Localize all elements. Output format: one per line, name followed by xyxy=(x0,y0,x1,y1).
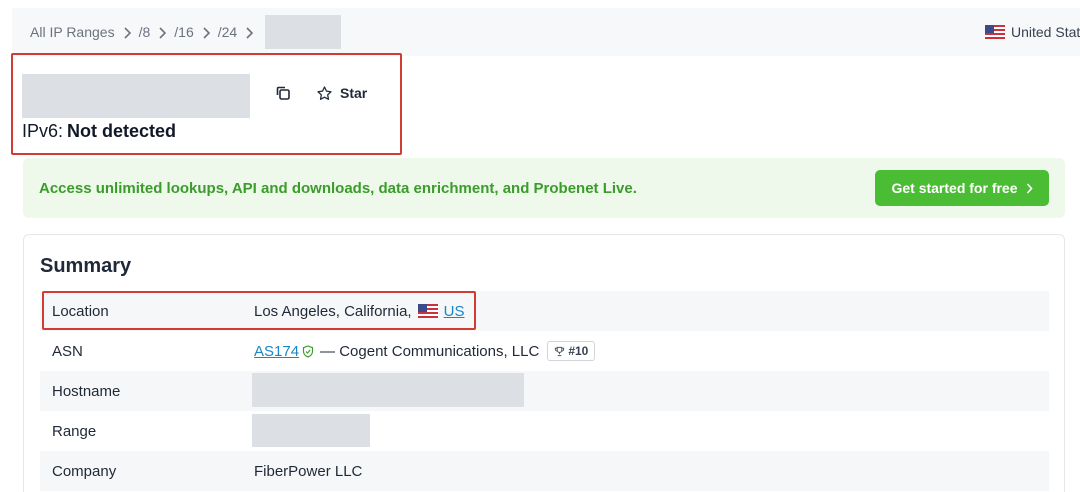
chevron-right-icon xyxy=(237,24,261,40)
breadcrumb-bar: All IP Ranges /8 /16 /24 United States xyxy=(12,8,1080,56)
chevron-right-icon xyxy=(115,24,139,40)
breadcrumb-slash-24[interactable]: /24 xyxy=(218,24,237,40)
star-icon xyxy=(317,85,332,100)
ipv6-value: Not detected xyxy=(67,121,177,141)
promo-text: Access unlimited lookups, API and downlo… xyxy=(39,179,637,197)
us-flag-icon xyxy=(985,25,1005,39)
trophy-icon xyxy=(555,346,565,356)
asn-label: ASN xyxy=(52,342,83,360)
breadcrumb-current-redacted xyxy=(265,15,342,49)
hostname-value-redacted xyxy=(252,373,524,407)
breadcrumb-slash-8[interactable]: /8 xyxy=(139,24,151,40)
asn-link[interactable]: AS174 xyxy=(254,343,299,360)
summary-row-asn: ASN AS174 — Cogent Communications, LLC #… xyxy=(40,331,1049,371)
chevron-right-icon xyxy=(150,24,174,40)
asn-value: AS174 — Cogent Communications, LLC #10 xyxy=(254,331,596,371)
company-label: Company xyxy=(52,462,117,480)
ip-address-redacted xyxy=(22,74,250,118)
get-started-button[interactable]: Get started for free xyxy=(875,170,1049,206)
ipv6-status: IPv6: Not detected xyxy=(22,121,176,142)
promo-banner: Access unlimited lookups, API and downlo… xyxy=(23,158,1065,218)
star-label: Star xyxy=(340,85,368,101)
ipv6-label: IPv6: xyxy=(22,121,64,141)
asn-org: — Cogent Communications, LLC xyxy=(320,342,540,360)
breadcrumb-all-ip-ranges[interactable]: All IP Ranges xyxy=(30,24,115,40)
company-value: FiberPower LLC xyxy=(254,462,363,480)
asn-rank: #10 xyxy=(568,344,589,358)
chevron-right-icon xyxy=(1026,182,1033,194)
summary-title: Summary xyxy=(40,255,132,277)
chevron-right-icon xyxy=(194,24,218,40)
breadcrumb-slash-16[interactable]: /16 xyxy=(174,24,193,40)
summary-card: Summary Location Los Angeles, California… xyxy=(23,234,1065,492)
shield-check-icon xyxy=(302,344,314,358)
summary-row-company: Company FiberPower LLC xyxy=(40,451,1049,491)
location-row-highlight xyxy=(42,291,476,330)
star-button[interactable]: Star xyxy=(316,80,367,106)
summary-row-range: Range xyxy=(40,411,1049,451)
asn-rank-badge: #10 xyxy=(547,341,596,361)
get-started-label: Get started for free xyxy=(891,180,1018,196)
copy-icon xyxy=(276,86,290,100)
summary-row-hostname: Hostname xyxy=(40,371,1049,411)
copy-button[interactable] xyxy=(270,80,296,106)
hostname-label: Hostname xyxy=(52,382,121,400)
range-value-redacted xyxy=(252,414,370,447)
country-selector[interactable]: United States xyxy=(985,8,1080,56)
range-label: Range xyxy=(52,422,97,440)
country-selector-label: United States xyxy=(1011,24,1080,40)
breadcrumb: All IP Ranges /8 /16 /24 xyxy=(30,8,342,56)
